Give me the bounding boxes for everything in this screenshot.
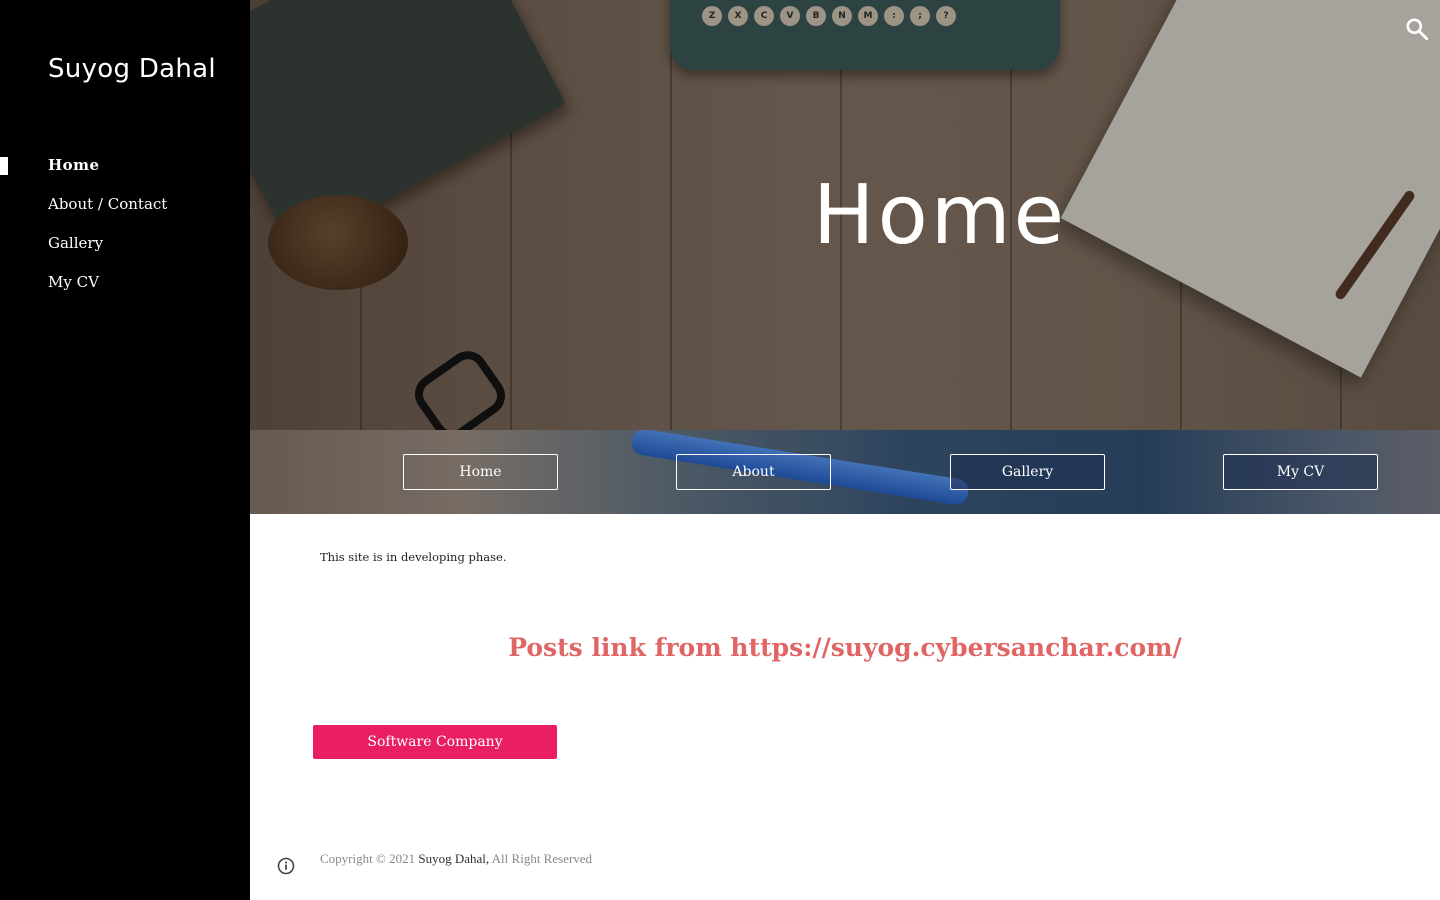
copyright-author: Suyog Dahal, [418,851,490,866]
gallery-button[interactable]: Gallery [950,454,1105,490]
sidebar-item-home[interactable]: Home [0,146,250,185]
copyright-prefix: Copyright © 2021 [320,851,419,866]
footer-copyright: Copyright © 2021 Suyog Dahal, All Right … [320,851,592,867]
sidebar-item-my-cv[interactable]: My CV [0,263,250,302]
sidebar-item-gallery[interactable]: Gallery [0,224,250,263]
sidebar-item-label: Gallery [48,234,104,252]
sidebar-item-about-contact[interactable]: About / Contact [0,185,250,224]
sidebar: Suyog Dahal Home About / Contact Gallery… [0,0,250,900]
home-button[interactable]: Home [403,454,558,490]
info-icon[interactable] [276,856,296,876]
posts-link[interactable]: Posts link from https://suyog.cybersanch… [250,633,1440,662]
hero-banner: Z X C V B N M : ; ? Home [250,0,1440,430]
about-button[interactable]: About [676,454,831,490]
sidebar-item-label: About / Contact [48,195,168,213]
my-cv-button[interactable]: My CV [1223,454,1378,490]
software-company-button[interactable]: Software Company [313,725,557,759]
site-title[interactable]: Suyog Dahal [48,54,216,84]
copyright-suffix: All Right Reserved [489,851,593,866]
search-icon[interactable] [1404,16,1430,42]
button-band: Home About Gallery My CV [250,430,1440,514]
sidebar-item-label: Home [48,156,100,174]
sidebar-item-label: My CV [48,273,99,291]
page-title: Home [812,168,1068,263]
development-notice: This site is in developing phase. [320,550,507,564]
active-indicator [0,157,8,175]
sidebar-nav: Home About / Contact Gallery My CV [0,146,250,302]
